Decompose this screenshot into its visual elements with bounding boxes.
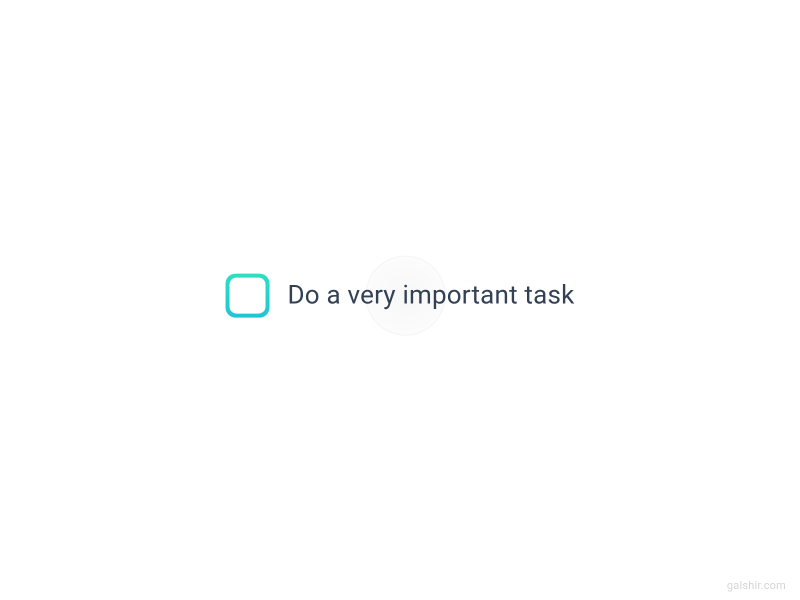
task-checkbox[interactable] xyxy=(226,274,270,318)
task-row: Do a very important task xyxy=(226,274,575,318)
attribution-text: galshir.com xyxy=(727,579,786,592)
checkbox-unchecked-fill xyxy=(230,278,266,314)
task-label: Do a very important task xyxy=(288,281,575,311)
